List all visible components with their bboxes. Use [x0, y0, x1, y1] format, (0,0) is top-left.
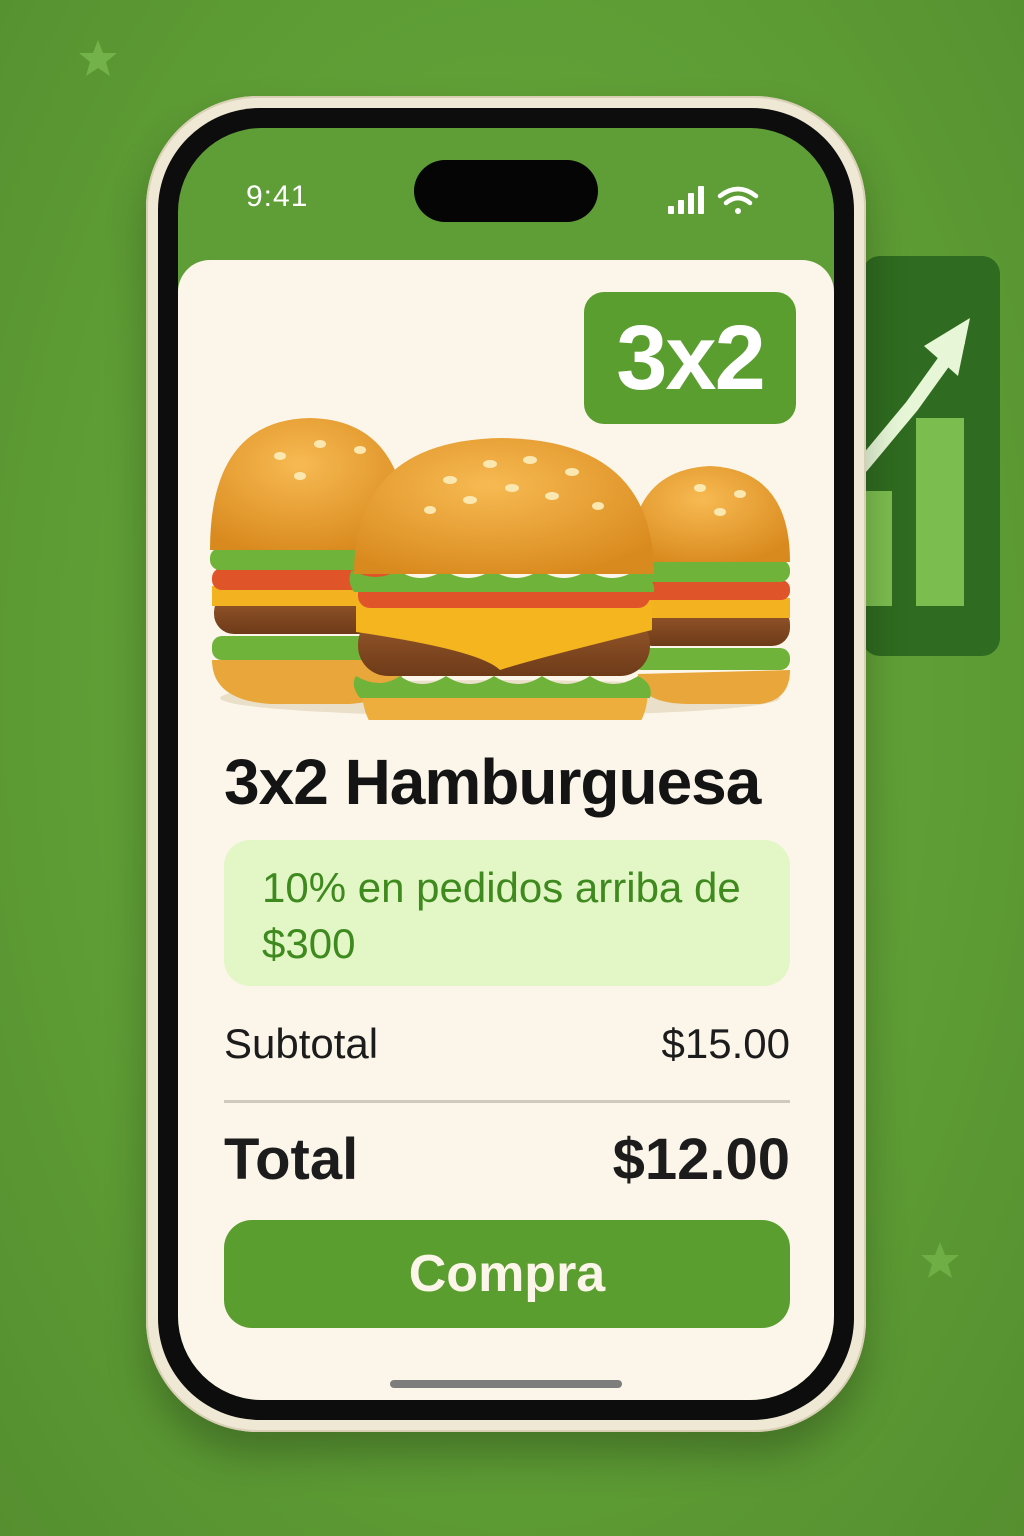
dynamic-island [414, 160, 598, 222]
buy-button[interactable]: Compra [224, 1220, 790, 1328]
phone-frame: 9:41 3x2 3x2 Hamburguesa 10% en pedidos … [146, 96, 866, 1432]
wifi-icon [717, 186, 759, 214]
signal-icon [668, 186, 704, 214]
subtotal-label: Subtotal [224, 1020, 379, 1067]
subtotal-value: $15.00 [661, 1020, 790, 1067]
home-indicator[interactable] [390, 1380, 622, 1388]
phone-screen: 9:41 3x2 3x2 Hamburguesa 10% en pedidos … [178, 128, 834, 1400]
phone-bezel: 9:41 3x2 3x2 Hamburguesa 10% en pedidos … [158, 108, 854, 1420]
product-title: 3x2 Hamburguesa [224, 746, 761, 818]
status-icons [668, 184, 768, 216]
star-icon [921, 1242, 959, 1278]
discount-text: 10% en pedidos arriba de $300 [262, 864, 741, 967]
star-icon [79, 40, 117, 76]
subtotal-row: Subtotal $15.00 [224, 1020, 790, 1068]
divider [224, 1100, 790, 1103]
product-card: 3x2 3x2 Hamburguesa 10% en pedidos arrib… [178, 260, 834, 1400]
total-label: Total [224, 1127, 359, 1192]
status-time: 9:41 [246, 180, 309, 213]
total-value: $12.00 [612, 1127, 790, 1192]
discount-banner: 10% en pedidos arriba de $300 [224, 840, 790, 986]
total-row: Total $12.00 [224, 1126, 790, 1193]
promo-badge: 3x2 [584, 292, 796, 424]
trend-chart-icon [862, 256, 1000, 656]
